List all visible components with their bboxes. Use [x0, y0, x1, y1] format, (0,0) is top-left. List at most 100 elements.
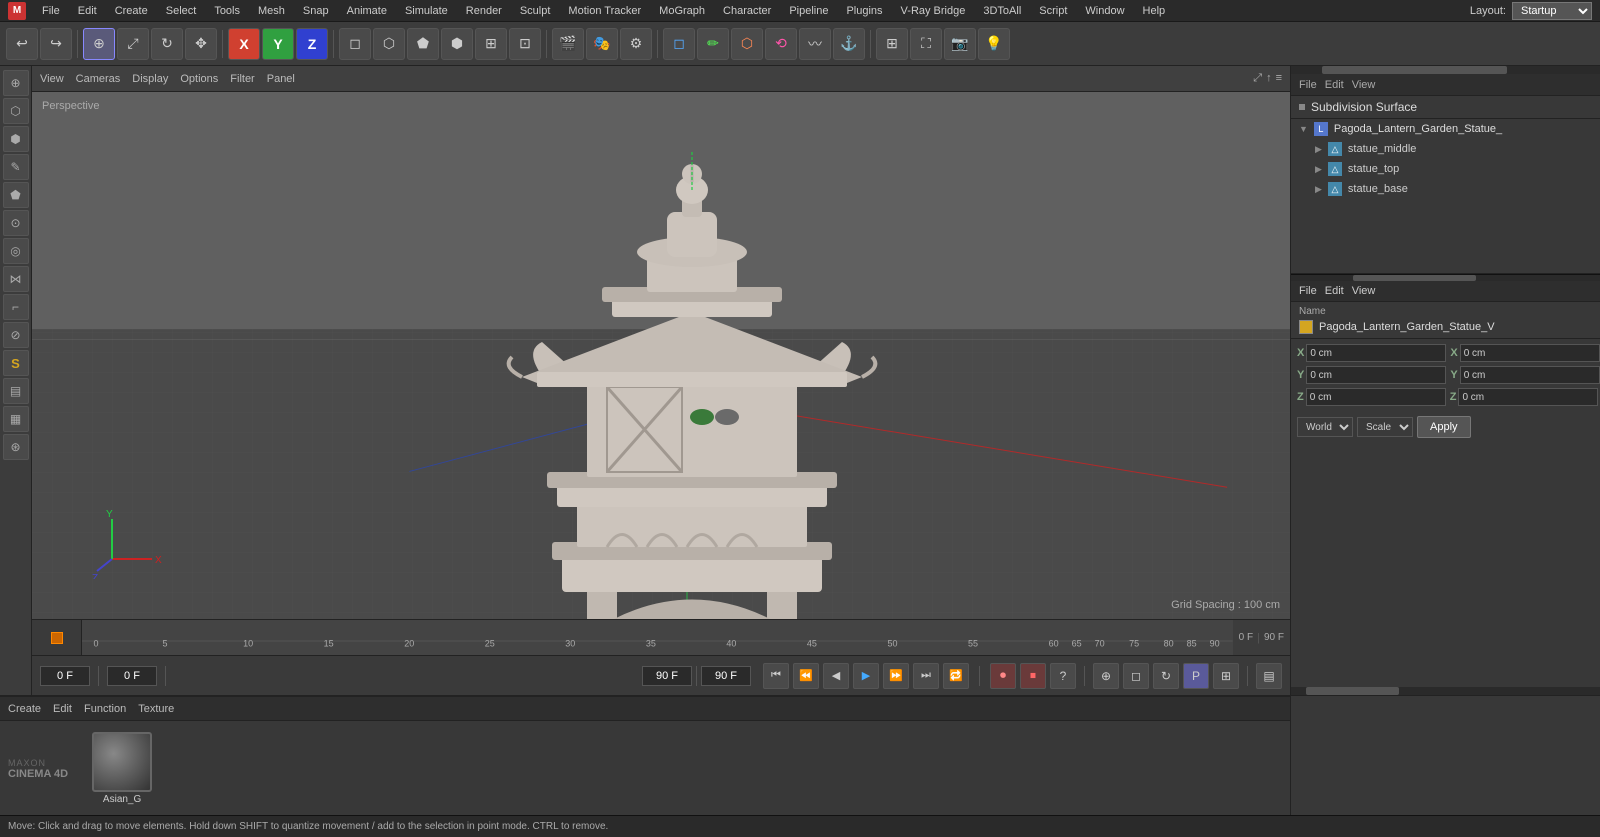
menu-animate[interactable]: Animate [339, 3, 395, 19]
tool-smooth[interactable]: ◎ [3, 238, 29, 264]
end-frame-input[interactable] [642, 666, 692, 686]
tree-item-base[interactable]: ▶ △ statue_base [1307, 179, 1600, 199]
viewport-icon-more[interactable]: ≡ [1276, 72, 1282, 85]
layout-dropdown[interactable]: Startup [1512, 2, 1592, 20]
render-active-button[interactable]: 🎭 [586, 28, 618, 60]
move-key-button[interactable]: ⊕ [1093, 663, 1119, 689]
grid-key-button[interactable]: ⊞ [1213, 663, 1239, 689]
menu-motiontracker[interactable]: Motion Tracker [560, 3, 649, 19]
viewport-menu-cameras[interactable]: Cameras [76, 73, 121, 85]
mat-create[interactable]: Create [8, 703, 41, 715]
menu-create[interactable]: Create [107, 3, 156, 19]
x-rot-input[interactable] [1460, 344, 1600, 362]
menu-simulate[interactable]: Simulate [397, 3, 456, 19]
menu-sculpt[interactable]: Sculpt [512, 3, 559, 19]
tree-item-top[interactable]: ▶ △ statue_top [1307, 159, 1600, 179]
move-tool-button[interactable]: ⊕ [83, 28, 115, 60]
y-axis-button[interactable]: Y [262, 28, 294, 60]
y-pos-input[interactable] [1306, 366, 1446, 384]
point-mode-button[interactable]: ⬡ [373, 28, 405, 60]
rotate-tool-button[interactable]: ↻ [151, 28, 183, 60]
viewport-icon-expand[interactable]: ⤢ [1253, 72, 1262, 85]
undo-button[interactable]: ↩ [6, 28, 38, 60]
tree-item-middle[interactable]: ▶ △ statue_middle [1307, 139, 1600, 159]
menu-plugins[interactable]: Plugins [838, 3, 890, 19]
object-color-swatch[interactable] [1299, 320, 1313, 334]
scale-dropdown[interactable]: Scale [1357, 417, 1413, 437]
render-key-button[interactable]: ▤ [1256, 663, 1282, 689]
apply-button[interactable]: Apply [1417, 416, 1471, 438]
x-pos-input[interactable] [1306, 344, 1446, 362]
tool-brush[interactable]: ✎ [3, 154, 29, 180]
auto-key-button[interactable]: ⏹ [1020, 663, 1046, 689]
tool-layers[interactable]: ▤ [3, 378, 29, 404]
snap-button[interactable]: ⛶ [910, 28, 942, 60]
light-button[interactable]: 💡 [978, 28, 1010, 60]
scale-tool-button[interactable]: ⤢ [117, 28, 149, 60]
mat-function[interactable]: Function [84, 703, 126, 715]
cube-button[interactable]: ◻ [663, 28, 695, 60]
object-mode-button[interactable]: ◻ [339, 28, 371, 60]
tool-polygon[interactable]: ⬢ [3, 126, 29, 152]
menu-window[interactable]: Window [1077, 3, 1132, 19]
tool-line[interactable]: ⌐ [3, 294, 29, 320]
menu-vraybridge[interactable]: V-Ray Bridge [893, 3, 974, 19]
texture-mode-button[interactable]: ⊡ [509, 28, 541, 60]
rotate-key-button[interactable]: ↻ [1153, 663, 1179, 689]
play-reverse-button[interactable]: ◀ [823, 663, 849, 689]
tool-paint[interactable]: ⬟ [3, 182, 29, 208]
goto-start-button[interactable]: ⏮ [763, 663, 789, 689]
z-axis-button[interactable]: Z [296, 28, 328, 60]
om-file[interactable]: File [1299, 79, 1317, 91]
uv-mode-button[interactable]: ⊞ [475, 28, 507, 60]
mat-edit[interactable]: Edit [53, 703, 72, 715]
camera-button[interactable]: 📷 [944, 28, 976, 60]
deformer-button[interactable]: ⟲ [765, 28, 797, 60]
viewport-menu-options[interactable]: Options [180, 73, 218, 85]
am-file[interactable]: File [1299, 285, 1317, 297]
viewport-menu-view[interactable]: View [40, 73, 64, 85]
y-rot-input[interactable] [1460, 366, 1600, 384]
om-view[interactable]: View [1352, 79, 1376, 91]
spline-button[interactable]: ✏ [697, 28, 729, 60]
hair-button[interactable]: 〰 [799, 28, 831, 60]
mat-texture[interactable]: Texture [138, 703, 174, 715]
right-panel-scrollbar-bottom[interactable] [1291, 687, 1600, 695]
tool-object[interactable]: ⬡ [3, 98, 29, 124]
viewport-menu-panel[interactable]: Panel [267, 73, 295, 85]
tool-knife[interactable]: ⋈ [3, 266, 29, 292]
goto-end-button[interactable]: ⏭ [913, 663, 939, 689]
play-button[interactable]: ▶ [853, 663, 879, 689]
current-frame-input[interactable] [40, 666, 90, 686]
tool-magnet[interactable]: ⊙ [3, 210, 29, 236]
subdivide-button[interactable]: ⚓ [833, 28, 865, 60]
tool-s[interactable]: S [3, 350, 29, 376]
mid-scrollbar[interactable] [1291, 275, 1600, 281]
viewport-icon-up[interactable]: ↑ [1266, 72, 1272, 85]
menu-edit[interactable]: Edit [70, 3, 105, 19]
menu-select[interactable]: Select [158, 3, 205, 19]
loop-button[interactable]: 🔁 [943, 663, 969, 689]
tool-stamp[interactable]: ⊛ [3, 434, 29, 460]
viewport-3d[interactable]: Perspective X Y Z Grid Spacing : 100 cm [32, 92, 1290, 619]
am-view[interactable]: View [1352, 285, 1376, 297]
menu-pipeline[interactable]: Pipeline [781, 3, 836, 19]
viewport-menu-filter[interactable]: Filter [230, 73, 254, 85]
menu-render[interactable]: Render [458, 3, 510, 19]
timeline-ruler[interactable]: 0 5 10 15 20 25 30 35 40 45 50 55 60 65 … [82, 620, 1233, 655]
menu-script[interactable]: Script [1031, 3, 1075, 19]
grid-button[interactable]: ⊞ [876, 28, 908, 60]
timeline-settings-button[interactable]: ? [1050, 663, 1076, 689]
right-panel-scrollbar-top[interactable] [1291, 66, 1600, 74]
tool-lasso[interactable]: ⊘ [3, 322, 29, 348]
z-pos-input[interactable] [1306, 388, 1446, 406]
play-forward-button[interactable]: ⏩ [883, 663, 909, 689]
poly-mode-button[interactable]: ⬢ [441, 28, 473, 60]
record-button[interactable]: ⏺ [990, 663, 1016, 689]
menu-snap[interactable]: Snap [295, 3, 337, 19]
universal-tool-button[interactable]: ✥ [185, 28, 217, 60]
key-button[interactable]: ◻ [1123, 663, 1149, 689]
world-dropdown[interactable]: World [1297, 417, 1353, 437]
x-axis-button[interactable]: X [228, 28, 260, 60]
menu-3dtoall[interactable]: 3DToAll [975, 3, 1029, 19]
